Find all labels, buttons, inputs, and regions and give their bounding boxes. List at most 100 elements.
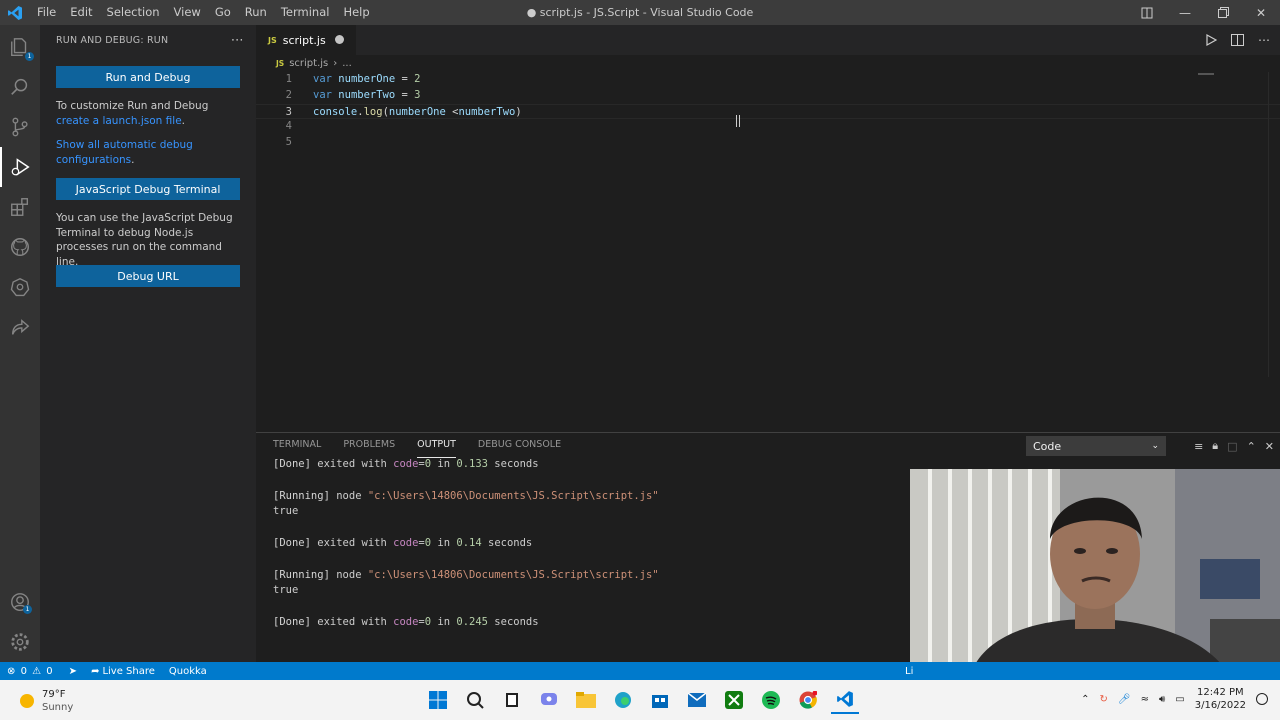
code-line[interactable]: 2 var numberTwo = 3 [256,88,1280,104]
cursor-position-status[interactable]: Li [898,666,920,677]
menu-file[interactable]: File [30,0,63,25]
store-icon[interactable] [646,686,674,714]
source-control-icon[interactable] [0,107,40,147]
extensions-icon[interactable] [0,187,40,227]
live-share-status[interactable]: ➦ Live Share [84,666,162,677]
chat-icon[interactable] [535,686,563,714]
menu-view[interactable]: View [167,0,208,25]
code-line[interactable]: 5 [256,135,1280,151]
minimap[interactable] [1198,73,1268,85]
quokka-status[interactable]: Quokka [162,666,214,677]
weather-widget[interactable]: 79°F Sunny [20,688,73,714]
show-hidden-icons-icon[interactable]: ⌃ [1081,694,1089,705]
xbox-icon[interactable] [720,686,748,714]
chrome-icon[interactable] [794,686,822,714]
run-code-icon[interactable] [1206,34,1217,46]
warning-count: 0 [46,665,53,677]
menu-help[interactable]: Help [336,0,376,25]
editor-more-icon[interactable]: ⋯ [1258,33,1270,47]
code-editor[interactable]: 1 var numberOne = 2 2 var numberTwo = 3 … [256,72,1280,151]
live-share-icon[interactable] [0,307,40,347]
javascript-debug-terminal-button[interactable]: JavaScript Debug Terminal [56,178,240,200]
status-bar: ⊗ 0 ⚠ 0 ➤ ➦ Live Share Quokka Li [0,662,1280,680]
microphone-icon[interactable]: 🎤︎ [1118,694,1131,705]
js-debug-description: You can use the JavaScript Debug Termina… [56,212,233,269]
run-debug-icon[interactable] [0,147,40,187]
line-number: 2 [285,88,292,101]
breadcrumb-rest[interactable]: ... [342,58,352,69]
minimize-icon[interactable]: — [1166,0,1204,25]
run-and-debug-button[interactable]: Run and Debug [56,66,240,88]
debug-url-button[interactable]: Debug URL [56,265,240,287]
editor-scrollbar[interactable] [1268,72,1280,377]
debug-launch-icon[interactable]: ➤ [62,666,84,677]
tab-debug-console[interactable]: DEBUG CONSOLE [478,433,561,457]
explorer-icon[interactable]: 1 [0,27,40,67]
edge-icon[interactable] [609,686,637,714]
webcam-overlay [910,469,1280,677]
close-icon[interactable]: ✕ [1242,0,1280,25]
spotify-icon[interactable] [757,686,785,714]
taskbar-apps [424,686,859,714]
menu-go[interactable]: Go [208,0,238,25]
sun-icon [20,694,34,708]
output-line: [Done] exited with code=0 in 0.14 second… [273,536,533,549]
maximize-panel-icon[interactable]: ⌃ [1247,440,1256,453]
layout-icon[interactable] [1128,0,1166,25]
output-channel-select[interactable]: Code ⌄ [1026,436,1166,456]
menu-terminal[interactable]: Terminal [274,0,337,25]
tab-output[interactable]: OUTPUT [417,433,456,458]
accounts-icon[interactable]: 1 [0,582,40,622]
battery-icon[interactable]: ▭ [1175,694,1184,705]
editor-tabs: JS script.js ⋯ [256,25,1280,55]
kubernetes-icon[interactable] [0,267,40,307]
search-icon[interactable] [0,67,40,107]
task-view-icon[interactable] [498,686,526,714]
tab-terminal[interactable]: TERMINAL [273,433,321,457]
sync-icon[interactable]: ↻ [1099,694,1107,705]
js-file-icon: JS [268,35,277,45]
lock-scroll-icon[interactable]: 🔒︎ [1212,439,1218,453]
menu-selection[interactable]: Selection [100,0,167,25]
code-line[interactable]: 4 [256,119,1280,135]
copy-icon[interactable]: □ [1227,440,1237,453]
code-line-current[interactable]: 3 console.log(numberOne <numberTwo) [256,103,1280,120]
tab-problems[interactable]: PROBLEMS [343,433,395,457]
volume-icon[interactable]: 🔊︎ [1159,694,1165,705]
create-launch-json-link[interactable]: create a launch.json file [56,115,182,127]
menu-edit[interactable]: Edit [63,0,99,25]
unsaved-dot-icon[interactable] [335,35,344,44]
problems-status[interactable]: ⊗ 0 ⚠ 0 [0,666,62,677]
clear-output-icon[interactable]: ≡ [1194,440,1203,453]
show-all-configurations-link[interactable]: Show all automatic debug configurations [56,139,193,166]
github-icon[interactable] [0,227,40,267]
editor-area: JS script.js ⋯ JS script.js › ... 1 var … [256,25,1280,432]
output-line: [Running] node "c:\Users\14806\Documents… [273,489,659,502]
live-share-status-icon: ➦ [91,665,100,677]
clock[interactable]: 12:42 PM 3/16/2022 [1195,686,1246,712]
wifi-icon[interactable]: ≈ [1141,694,1149,705]
vscode-taskbar-icon[interactable] [831,686,859,714]
more-actions-icon[interactable]: ⋯ [231,33,244,48]
system-tray: ⌃ ↻ 🎤︎ ≈ 🔊︎ ▭ 12:42 PM 3/16/2022 [1081,686,1268,712]
output-line: true [273,584,299,597]
close-panel-icon[interactable]: ✕ [1265,440,1274,453]
settings-icon[interactable] [0,622,40,662]
breadcrumb-file[interactable]: script.js [289,58,328,69]
search-taskbar-icon[interactable] [461,686,489,714]
keyword-token: var [313,73,332,85]
file-explorer-icon[interactable] [572,686,600,714]
sidebar-title: RUN AND DEBUG: RUN [56,34,169,46]
menu-run[interactable]: Run [238,0,274,25]
split-editor-icon[interactable] [1231,34,1244,46]
argument-token: numberOne [388,105,446,118]
menu-bar: File Edit Selection View Go Run Terminal… [30,0,377,25]
output-log[interactable]: [Done] exited with code=0 in 0.133 secon… [273,457,659,631]
code-line[interactable]: 1 var numberOne = 2 [256,72,1280,88]
tab-script-js[interactable]: JS script.js [256,25,356,55]
notifications-icon[interactable] [1256,693,1268,705]
mouse-cursor-icon [736,115,740,127]
windows-start-icon[interactable] [424,686,452,714]
maximize-icon[interactable] [1204,0,1242,25]
mail-icon[interactable] [683,686,711,714]
